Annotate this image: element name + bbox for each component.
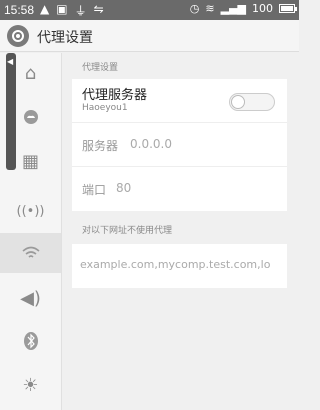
page-title: 代理设置 <box>37 30 93 46</box>
wifi-icon: ≋ <box>205 2 215 15</box>
exclusion-input[interactable]: example.com,mycomp.test.com,lo <box>80 258 285 271</box>
proxy-settings-panel: 代理设置 代理服务器 Haoeyou1 服务器 0.0.0.0 端口 80 对以… <box>72 60 287 288</box>
status-left-icons: ▲ ▣ ⏚ ⇋ <box>40 2 104 19</box>
volume-slider[interactable]: ◀ <box>6 53 16 170</box>
status-time: 15:58 <box>4 3 35 17</box>
proxy-card: 代理服务器 Haoeyou1 服务器 0.0.0.0 端口 80 <box>72 79 287 211</box>
wifi-icon <box>21 246 40 258</box>
host-row[interactable]: 服务器 0.0.0.0 <box>72 123 287 167</box>
exclusion-label: 对以下网址不使用代理 <box>82 226 173 236</box>
section-label: 代理设置 <box>82 63 119 73</box>
usb-icon: ⏚ <box>74 4 87 18</box>
side-nav: ⌂ ▦ ((•)) ◀) ☀ ◀ <box>0 53 62 410</box>
cloud-icon <box>23 110 38 124</box>
port-row[interactable]: 端口 80 <box>72 167 287 211</box>
nav-item-wifi[interactable] <box>0 233 61 273</box>
exclusion-field[interactable]: example.com,mycomp.test.com,lo <box>72 244 287 288</box>
proxy-toggle[interactable] <box>229 93 275 111</box>
usb-debug-icon: ⇋ <box>93 2 104 16</box>
nav-item-hotspot[interactable]: ((•)) <box>0 191 61 231</box>
host-label: 服务器 <box>82 139 119 153</box>
image-icon: ▣ <box>56 2 68 16</box>
header: 代理设置 <box>0 20 299 52</box>
home-icon: ⌂ <box>24 62 37 84</box>
volume-icon: ◀ <box>7 57 14 66</box>
toggle-thumb <box>231 95 245 109</box>
nav-item-sound[interactable]: ◀) <box>0 278 61 318</box>
port-input[interactable]: 80 <box>116 181 131 195</box>
nav-item-brightness[interactable]: ☀ <box>0 365 61 405</box>
network-name: Haoeyou1 <box>82 103 128 113</box>
port-label: 端口 <box>82 183 107 197</box>
settings-icon[interactable] <box>7 25 29 47</box>
hotspot-icon: ((•)) <box>16 203 45 219</box>
warning-icon: ▲ <box>40 2 50 16</box>
status-bar: 15:58 ▲ ▣ ⏚ ⇋ ◷ ≋ ▂▄▆ 100 <box>0 0 299 20</box>
grid-icon: ▦ <box>21 150 39 172</box>
host-input[interactable]: 0.0.0.0 <box>130 137 172 151</box>
signal-icon: ▂▄▆ <box>220 2 246 15</box>
bluetooth-icon <box>23 332 38 350</box>
nav-item-bluetooth[interactable] <box>0 321 61 361</box>
battery-text: 100 <box>252 2 273 15</box>
brightness-icon: ☀ <box>22 374 39 396</box>
status-right-icons: ◷ ≋ ▂▄▆ 100 <box>189 2 297 15</box>
alarm-icon: ◷ <box>189 2 200 15</box>
sound-icon: ◀) <box>20 287 41 309</box>
battery-icon <box>279 4 297 13</box>
proxy-server-title: 代理服务器 <box>82 88 148 103</box>
proxy-server-row[interactable]: 代理服务器 Haoeyou1 <box>72 79 287 123</box>
